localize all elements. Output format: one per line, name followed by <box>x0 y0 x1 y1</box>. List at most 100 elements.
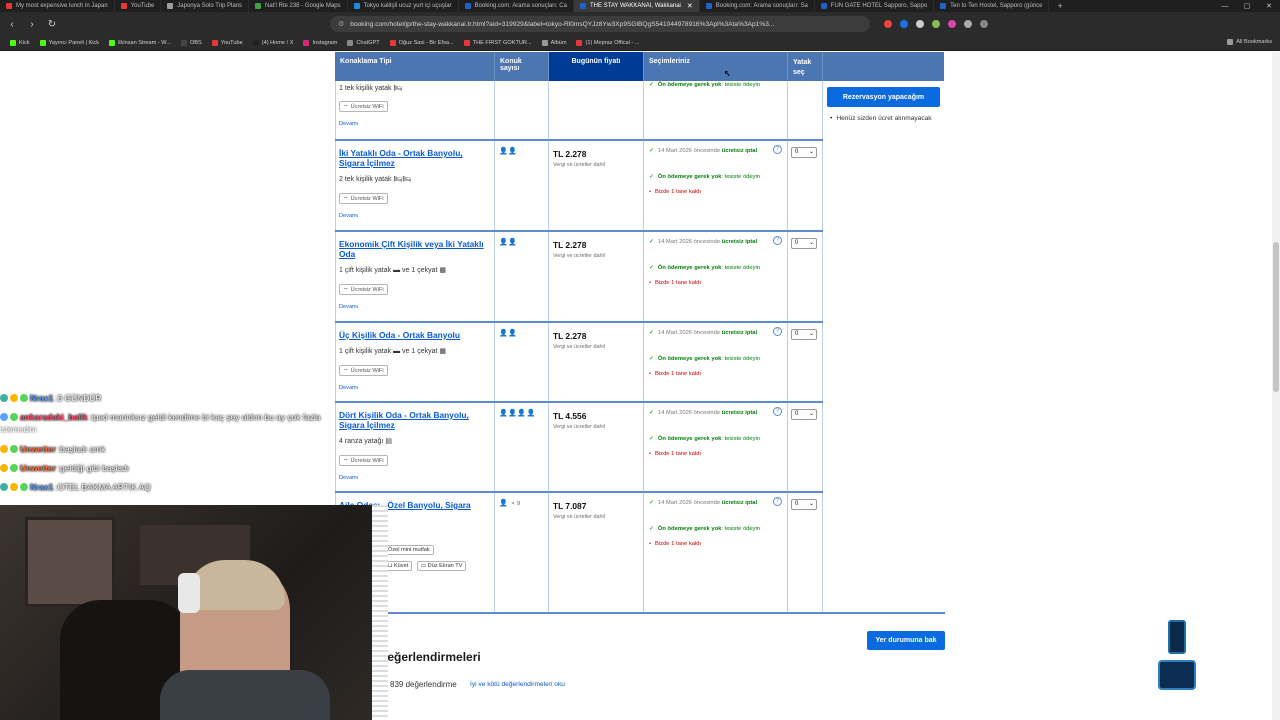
tab[interactable]: Booking.com: Arama sonuçları: Sa <box>700 0 815 12</box>
badge-icon <box>0 464 8 472</box>
tab[interactable]: Japonya Solo Trip Plans <box>161 0 250 12</box>
address-bar: ‹ › ↻ ⚙ booking.com/hotel/jp/the-stay-wa… <box>0 12 1280 36</box>
tab[interactable]: FUN GATE HOTEL Sapporo, Sappo <box>815 0 935 12</box>
more-link[interactable]: Devamı <box>339 213 358 219</box>
profile-icon[interactable] <box>980 20 988 28</box>
amenity-label: Küvet <box>393 563 409 569</box>
free-cancel: ✓ 14 Mart 2026 öncesinde ücretsiz iptal <box>649 499 779 508</box>
reload-icon[interactable]: ↻ <box>44 19 60 30</box>
qty-value: 0 <box>795 331 799 337</box>
favicon <box>353 3 360 9</box>
tab-active[interactable]: THE STAY WAKKANAI, Wakkanai ✕ <box>573 0 700 12</box>
bookmark-icon <box>211 40 218 46</box>
chat-message: ankaradaki_balik: ipad mantıksız geldi k… <box>0 412 420 422</box>
tab[interactable]: Tokyo kalitşli ucuz yurt içi uçuşlar <box>348 0 459 12</box>
bookmark-icon <box>252 40 259 46</box>
room-qty-select[interactable]: 0 ⌄ <box>791 329 817 340</box>
minimize-icon[interactable]: — <box>1214 3 1236 10</box>
guests-icon: 👤👤 <box>499 330 518 337</box>
bed-info: 1 çift kişilik yatak ▬ ve 1 çekyat ▦ <box>339 266 446 274</box>
chat-message-continued: istemedim <box>0 425 37 434</box>
room-cell: 1 tek kişilik yatak 🛏 ⌔ Ücretsiz WiFi Dev… <box>335 81 495 139</box>
room-qty-select[interactable]: 0 ⌄ <box>791 147 817 158</box>
forward-icon[interactable]: › <box>24 19 40 30</box>
extension-icon[interactable] <box>948 20 956 28</box>
more-link[interactable]: Devamı <box>339 385 358 391</box>
col-room-type: Konaklama Tipi <box>335 52 495 81</box>
back-icon[interactable]: ‹ <box>4 19 20 30</box>
scrollbar[interactable] <box>1272 52 1280 720</box>
bookmark[interactable]: OBS <box>180 40 202 46</box>
rooms-left-label: Bizde 1 tane kaldı <box>655 280 702 286</box>
tab[interactable]: Booking.com: Arama sonuçları: Ca <box>459 0 574 12</box>
extension-icon[interactable] <box>964 20 972 28</box>
close-tab-icon[interactable]: ✕ <box>687 2 693 10</box>
choices-cell: ✓ 14 Mart 2026 öncesinde ücretsiz iptal ✓… <box>644 493 788 612</box>
help-icon[interactable]: ? <box>773 327 782 336</box>
extension-icon[interactable] <box>884 20 892 28</box>
bookmark-icon <box>39 40 46 46</box>
room-name-link[interactable]: Ekonomik Çift Kişilik veya İki Yataklı O… <box>339 239 489 259</box>
price: TL 2.278 <box>553 240 587 250</box>
no-prepay: ✓ Ön ödemeye gerek yok: tesiste ödeyin <box>649 526 761 532</box>
bookmark[interactable]: Oğuz Sasi - Bir Efsa... <box>389 40 454 46</box>
more-link[interactable]: Devamı <box>339 121 358 127</box>
bookmark[interactable]: Instagram <box>303 40 337 46</box>
bookmark[interactable]: Yayıncı Paneli | Kick <box>39 40 100 46</box>
help-icon[interactable]: ? <box>773 145 782 154</box>
bullet-icon: • <box>649 541 652 547</box>
window-controls: — ▢ ✕ <box>1214 0 1280 12</box>
check-availability-button[interactable]: Yer durumuna bak <box>867 631 945 650</box>
scrollbar-thumb[interactable] <box>1273 242 1279 392</box>
tab[interactable]: YouTube <box>115 0 162 12</box>
bookmark[interactable]: Kick <box>10 40 30 46</box>
tab[interactable]: My most expensive lunch in Japan <box>0 0 115 12</box>
room-qty-select[interactable]: 0 ⌄ <box>791 238 817 249</box>
tax-note: Vergi ve ücretler dahil <box>553 514 605 520</box>
close-window-icon[interactable]: ✕ <box>1258 2 1280 10</box>
tab-label: YouTube <box>130 3 155 9</box>
help-icon[interactable]: ? <box>773 236 782 245</box>
wifi-badge: ⌔ Ücretsiz WiFi <box>339 284 388 295</box>
extension-icon[interactable] <box>900 20 908 28</box>
bullet-icon: • <box>649 280 652 286</box>
extension-icon[interactable] <box>932 20 940 28</box>
new-tab-button[interactable]: + <box>1049 1 1070 11</box>
badge-icon <box>10 413 18 421</box>
room-qty-select[interactable]: 0 ⌄ <box>791 409 817 420</box>
tab[interactable]: Ten to Ten Hostel, Sapporo (günce <box>934 0 1050 12</box>
bookmark[interactable]: (4) Home / X <box>252 40 293 46</box>
site-info-icon[interactable]: ⚙ <box>338 20 344 28</box>
more-link[interactable]: Devamı <box>339 304 358 310</box>
all-bookmarks[interactable]: All Bookmarks <box>1227 39 1272 45</box>
bookmark-folder[interactable]: Albüm <box>541 40 566 46</box>
bookmark[interactable]: YouTube <box>211 40 243 46</box>
pay-at-label: tesiste ödeyin <box>724 174 761 180</box>
select-cell <box>788 81 823 139</box>
wifi-badge: ⌔ Ücretsiz WiFi <box>339 193 388 204</box>
bookmark[interactable]: (1) Mepraz Offical - ... <box>576 40 639 46</box>
room-name-link[interactable]: Üç Kişilik Oda - Ortak Banyolu <box>339 330 489 340</box>
logo-bottom <box>1158 660 1196 690</box>
streamer-shirt <box>160 670 330 720</box>
reserve-button[interactable]: Rezervasyon yapacağım <box>827 87 940 107</box>
help-icon[interactable]: ? <box>773 407 782 416</box>
table-header: Konaklama Tipi Konuk sayısı Bugünün fiya… <box>335 52 944 81</box>
bookmark[interactable]: THE FIRST GOKTUR... <box>463 40 532 46</box>
wifi-label: Ücretsiz WiFi <box>350 286 384 293</box>
extension-icon[interactable] <box>916 20 924 28</box>
room-name-link[interactable]: İki Yataklı Oda - Ortak Banyolu, Sigara … <box>339 148 489 168</box>
tab[interactable]: Nat'l Rte 238 - Google Maps <box>249 0 348 12</box>
bookmark-label: Yayıncı Paneli | Kick <box>48 40 100 46</box>
bookmark[interactable]: ilkinsan Stream - W... <box>109 40 171 46</box>
url-input[interactable]: ⚙ booking.com/hotel/jp/the-stay-wakkanai… <box>330 16 870 32</box>
maximize-icon[interactable]: ▢ <box>1236 2 1258 10</box>
help-icon[interactable]: ? <box>773 497 782 506</box>
cancel-label: ücretsiz iptal <box>721 410 758 416</box>
cancel-date: 14 Mart 2026 öncesinde <box>657 148 721 154</box>
favicon <box>820 3 827 9</box>
chat-nick: ankaradaki_balik <box>20 412 88 422</box>
bookmark[interactable]: ChatGPT <box>347 40 380 46</box>
read-reviews-link[interactable]: İyi ve kötü değerlendirmeleri oku <box>470 681 565 688</box>
room-qty-select[interactable]: 0 ⌄ <box>791 499 817 510</box>
